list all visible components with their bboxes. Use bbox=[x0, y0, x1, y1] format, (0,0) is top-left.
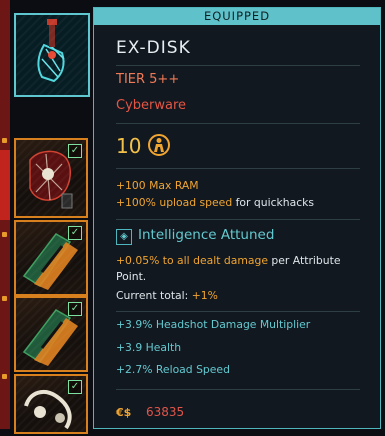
divider bbox=[116, 311, 360, 312]
rarity-rail bbox=[0, 220, 10, 429]
rarity-rail bbox=[0, 0, 10, 150]
attunement-icon: ◈ bbox=[116, 229, 132, 245]
mod-line: +3.9% Headshot Damage Multiplier bbox=[116, 318, 311, 331]
item-tier: TIER 5++ bbox=[116, 72, 180, 87]
item-name: EX-DISK bbox=[116, 38, 191, 58]
equipped-check-icon: ✓ bbox=[68, 144, 82, 158]
level-requirement-icon bbox=[148, 134, 170, 156]
stat-line: +100% upload speed for quickhacks bbox=[116, 196, 315, 209]
slot-corner bbox=[2, 374, 7, 379]
attunement-bonus: +0.05% to all dealt damage per Attribute bbox=[116, 254, 341, 267]
inventory-slot[interactable]: ✓ bbox=[14, 138, 88, 218]
equipped-check-icon: ✓ bbox=[68, 226, 82, 240]
inventory-slot[interactable] bbox=[14, 13, 90, 97]
inventory-slot[interactable]: ✓ bbox=[14, 296, 88, 372]
attunement-bonus-cont: Point. bbox=[116, 270, 147, 283]
slot-corner bbox=[2, 232, 7, 237]
inventory-slot[interactable]: ✓ bbox=[14, 220, 88, 296]
required-level: 10 bbox=[116, 134, 142, 158]
divider bbox=[116, 168, 360, 169]
item-tooltip: EQUIPPED EX-DISK TIER 5++ Cyberware 10 +… bbox=[93, 7, 381, 429]
divider bbox=[116, 389, 360, 390]
mod-line: +3.9 Health bbox=[116, 341, 182, 354]
eurodollar-icon: €$ bbox=[116, 406, 132, 419]
item-type: Cyberware bbox=[116, 98, 187, 113]
divider bbox=[116, 65, 360, 66]
inventory-slot[interactable]: ✓ bbox=[14, 374, 88, 434]
attunement-title: Intelligence Attuned bbox=[138, 227, 275, 243]
mod-line: +2.7% Reload Speed bbox=[116, 363, 230, 376]
equipped-check-icon: ✓ bbox=[68, 380, 82, 394]
divider bbox=[116, 123, 360, 124]
item-price: 63835 bbox=[146, 405, 185, 419]
slot-corner bbox=[2, 138, 7, 143]
rarity-rail bbox=[0, 150, 10, 220]
stat-line: +100 Max RAM bbox=[116, 179, 199, 192]
slot-corner bbox=[2, 296, 7, 301]
equipped-header: EQUIPPED bbox=[94, 8, 380, 25]
divider bbox=[116, 219, 360, 220]
inventory-column: ✓ ✓ ✓ ✓ bbox=[0, 0, 100, 434]
equipped-check-icon: ✓ bbox=[68, 302, 82, 316]
attunement-current: Current total: +1% bbox=[116, 289, 218, 302]
